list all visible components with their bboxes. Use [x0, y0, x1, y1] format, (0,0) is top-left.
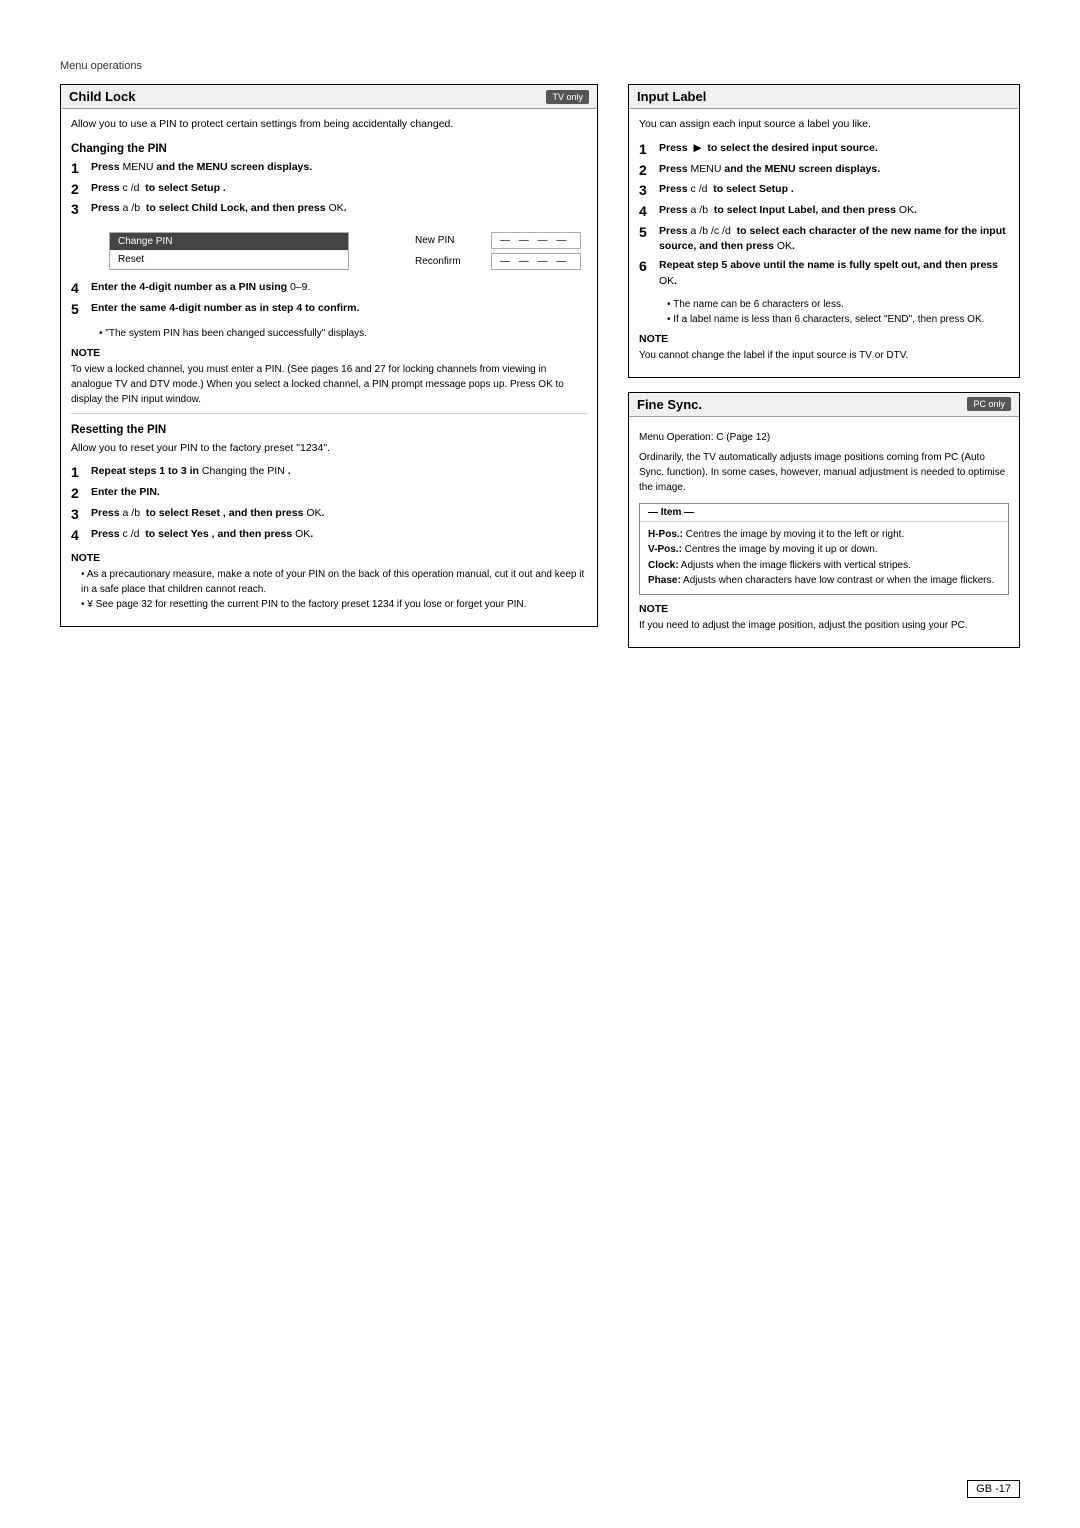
- reset-step-1: 1 Repeat steps 1 to 3 in Changing the PI…: [71, 464, 587, 481]
- item-box-body: H-Pos.: Centres the image by moving it t…: [640, 522, 1008, 594]
- note2-bullets: As a precautionary measure, make a note …: [71, 567, 587, 612]
- confirm-bullet-list: "The system PIN has been changed success…: [89, 326, 587, 341]
- il-note-text: You cannot change the label if the input…: [639, 348, 1009, 363]
- reset-step-4: 4 Press c /d to select Yes , and then pr…: [71, 527, 587, 544]
- child-lock-badge: TV only: [546, 90, 589, 104]
- new-pin-row: New PIN — — — —: [415, 232, 581, 249]
- il-note-title: NOTE: [639, 333, 1009, 345]
- changing-pin-title: Changing the PIN: [71, 143, 587, 155]
- screen-menu: Change PIN Reset: [109, 232, 349, 270]
- fine-sync-menu-op: Menu Operation: C (Page 12): [639, 430, 1009, 445]
- page-header: Menu operations: [60, 60, 1020, 72]
- fine-sync-note-text: If you need to adjust the image position…: [639, 618, 1009, 633]
- reconfirm-row: Reconfirm — — — —: [415, 253, 581, 270]
- screen-mockup: Change PIN Reset New PIN — — — — Reconfi…: [89, 226, 587, 276]
- il-step-2: 2 Press MENU and the MENU screen display…: [639, 162, 1009, 179]
- note-title-1: NOTE: [71, 347, 587, 359]
- changing-pin-steps: 1 Press MENU and the MENU screen display…: [71, 160, 587, 218]
- il-step-1: 1 Press ▶ to select the desired input so…: [639, 141, 1009, 158]
- input-label-note: NOTE You cannot change the label if the …: [639, 333, 1009, 363]
- child-lock-section: Child Lock TV only Allow you to use a PI…: [60, 84, 598, 627]
- input-label-intro: You can assign each input source a label…: [639, 117, 1009, 133]
- resetting-pin-title: Resetting the PIN: [71, 424, 587, 436]
- item-box-title: — Item —: [648, 507, 694, 518]
- screen-row-change-pin: Change PIN: [110, 233, 348, 251]
- item-box: — Item — H-Pos.: Centres the image by mo…: [639, 503, 1009, 595]
- note-section-2: NOTE As a precautionary measure, make a …: [71, 552, 587, 612]
- il-step-6: 6 Repeat step 5 above until the name is …: [639, 258, 1009, 288]
- input-label-steps: 1 Press ▶ to select the desired input so…: [639, 141, 1009, 289]
- step-1: 1 Press MENU and the MENU screen display…: [71, 160, 587, 177]
- il-step-3: 3 Press c /d to select Setup .: [639, 182, 1009, 199]
- child-lock-header: Child Lock TV only: [61, 85, 597, 109]
- input-label-title: Input Label: [637, 89, 706, 104]
- step-5: 5 Enter the same 4-digit number as in st…: [71, 301, 587, 318]
- reset-step-3: 3 Press a /b to select Reset , and then …: [71, 506, 587, 523]
- item-box-header: — Item —: [640, 504, 1008, 522]
- fine-sync-header: Fine Sync. PC only: [629, 393, 1019, 417]
- fine-sync-section: Fine Sync. PC only Menu Operation: C (Pa…: [628, 392, 1020, 648]
- il-step6-bullets: The name can be 6 characters or less. If…: [657, 297, 1009, 327]
- step-2: 2 Press c /d to select Setup .: [71, 181, 587, 198]
- note-title-2: NOTE: [71, 552, 587, 564]
- input-label-section: Input Label You can assign each input so…: [628, 84, 1020, 378]
- il-step-5: 5 Press a /b /c /d to select each charac…: [639, 224, 1009, 254]
- page-number: GB -17: [967, 1480, 1020, 1498]
- resetting-pin-steps: 1 Repeat steps 1 to 3 in Changing the PI…: [71, 464, 587, 543]
- fine-sync-body: Menu Operation: C (Page 12) Ordinarily, …: [629, 417, 1019, 647]
- il-step-4: 4 Press a /b to select Input Label, and …: [639, 203, 1009, 220]
- resetting-pin-intro: Allow you to reset your PIN to the facto…: [71, 441, 587, 457]
- screen-inputs: New PIN — — — — Reconfirm — — — —: [409, 226, 587, 276]
- input-label-body: You can assign each input source a label…: [629, 109, 1019, 377]
- note-text-1: To view a locked channel, you must enter…: [71, 362, 587, 407]
- note-section-1: NOTE To view a locked channel, you must …: [71, 347, 587, 407]
- reset-step-2: 2 Enter the PIN.: [71, 485, 587, 502]
- child-lock-body: Allow you to use a PIN to protect certai…: [61, 109, 597, 626]
- child-lock-title: Child Lock: [69, 89, 135, 104]
- step-4: 4 Enter the 4-digit number as a PIN usin…: [71, 280, 587, 297]
- step-3: 3 Press a /b to select Child Lock, and t…: [71, 201, 587, 218]
- screen-row-reset: Reset: [110, 251, 348, 269]
- child-lock-intro: Allow you to use a PIN to protect certai…: [71, 117, 587, 133]
- fine-sync-note-title: NOTE: [639, 603, 1009, 615]
- fine-sync-note-section: NOTE If you need to adjust the image pos…: [639, 603, 1009, 633]
- changing-pin-steps-after: 4 Enter the 4-digit number as a PIN usin…: [71, 280, 587, 318]
- fine-sync-intro: Ordinarily, the TV automatically adjusts…: [639, 450, 1009, 495]
- fine-sync-badge: PC only: [967, 397, 1011, 411]
- fine-sync-title: Fine Sync.: [637, 397, 702, 412]
- input-label-header: Input Label: [629, 85, 1019, 109]
